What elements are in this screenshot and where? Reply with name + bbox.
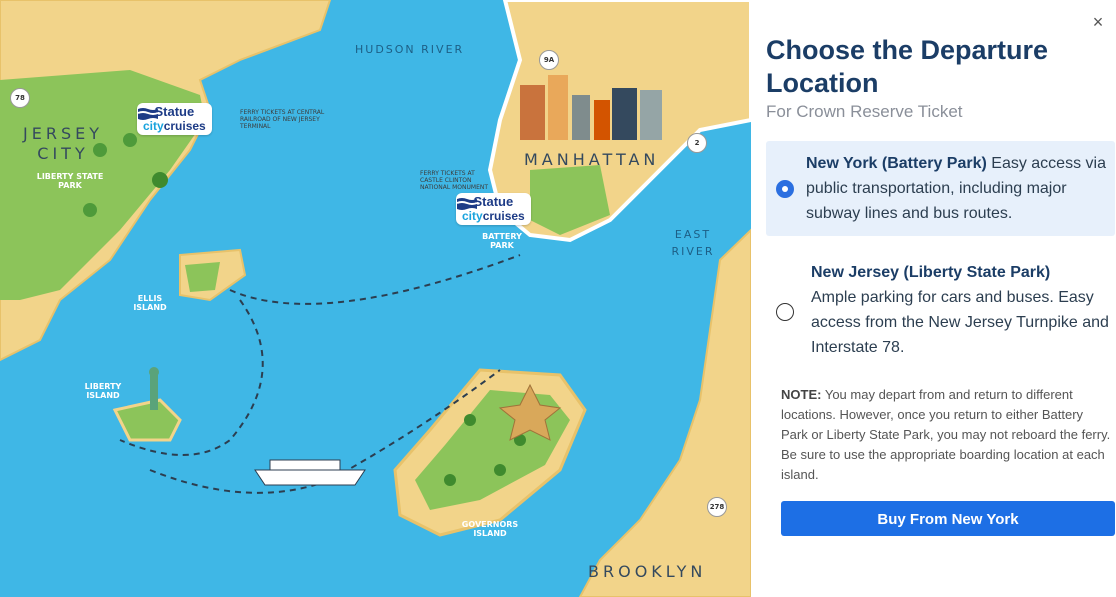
flag-icon <box>137 108 159 120</box>
option-new-york-name: New York (Battery Park) <box>806 155 987 172</box>
map-graphic <box>0 0 751 597</box>
option-new-york[interactable]: New York (Battery Park) Easy access via … <box>766 141 1115 236</box>
ellis-island-label: ELLIS ISLAND <box>133 294 167 312</box>
liberty-state-park-label: LIBERTY STATE PARK <box>36 172 104 190</box>
liberty-island-label: LIBERTY ISLAND <box>84 382 122 400</box>
option-new-york-text: New York (Battery Park) Easy access via … <box>806 151 1111 226</box>
panel-subtitle: For Crown Reserve Ticket <box>766 102 963 121</box>
route-78-shield-icon: 78 <box>10 88 30 108</box>
ferry-tickets-ny-note: FERRY TICKETS AT CASTLE CLINTON NATIONAL… <box>420 170 489 191</box>
departure-note: NOTE: You may depart from and return to … <box>781 385 1111 485</box>
close-icon[interactable]: × <box>1088 12 1108 32</box>
departure-panel: × Choose the Departure Location For Crow… <box>751 0 1116 597</box>
radio-new-jersey[interactable] <box>776 303 794 321</box>
statue-city-cruises-logo-ny: Statue citycruises <box>456 193 531 225</box>
route-2-shield-icon: 2 <box>687 133 707 153</box>
governors-island-label: GOVERNORS ISLAND <box>461 520 519 538</box>
hudson-river-label: HUDSON RIVER <box>355 43 465 56</box>
route-278-shield-icon: 278 <box>707 497 727 517</box>
note-label: NOTE: <box>781 387 822 402</box>
brooklyn-label: BROOKLYN <box>588 562 707 581</box>
option-new-jersey-description: Ample parking for cars and buses. Easy a… <box>811 289 1109 356</box>
note-text: You may depart from and return to differ… <box>781 387 1111 482</box>
ferry-tickets-nj-note: FERRY TICKETS AT CENTRAL RAILROAD OF NEW… <box>240 109 325 130</box>
statue-city-cruises-logo-nj: Statue citycruises <box>137 103 212 135</box>
manhattan-label: MANHATTAN <box>524 150 660 169</box>
panel-title: Choose the Departure Location <box>766 35 1049 98</box>
route-9a-shield-icon: 9A <box>539 50 559 70</box>
flag-icon <box>456 198 478 210</box>
battery-park-label: BATTERY PARK <box>482 232 522 250</box>
option-new-jersey-text: New Jersey (Liberty State Park) Ample par… <box>811 260 1111 360</box>
jersey-city-label: JERSEY CITY <box>23 124 103 163</box>
harbor-map: HUDSON RIVER EAST RIVER MANHATTAN JERSEY… <box>0 0 751 597</box>
option-new-jersey-name: New Jersey (Liberty State Park) <box>811 264 1051 281</box>
east-river-label: EAST RIVER <box>671 228 715 258</box>
radio-new-york[interactable] <box>776 180 794 198</box>
option-new-jersey[interactable]: New Jersey (Liberty State Park) Ample par… <box>766 253 1115 363</box>
buy-button[interactable]: Buy From New York <box>781 501 1115 536</box>
